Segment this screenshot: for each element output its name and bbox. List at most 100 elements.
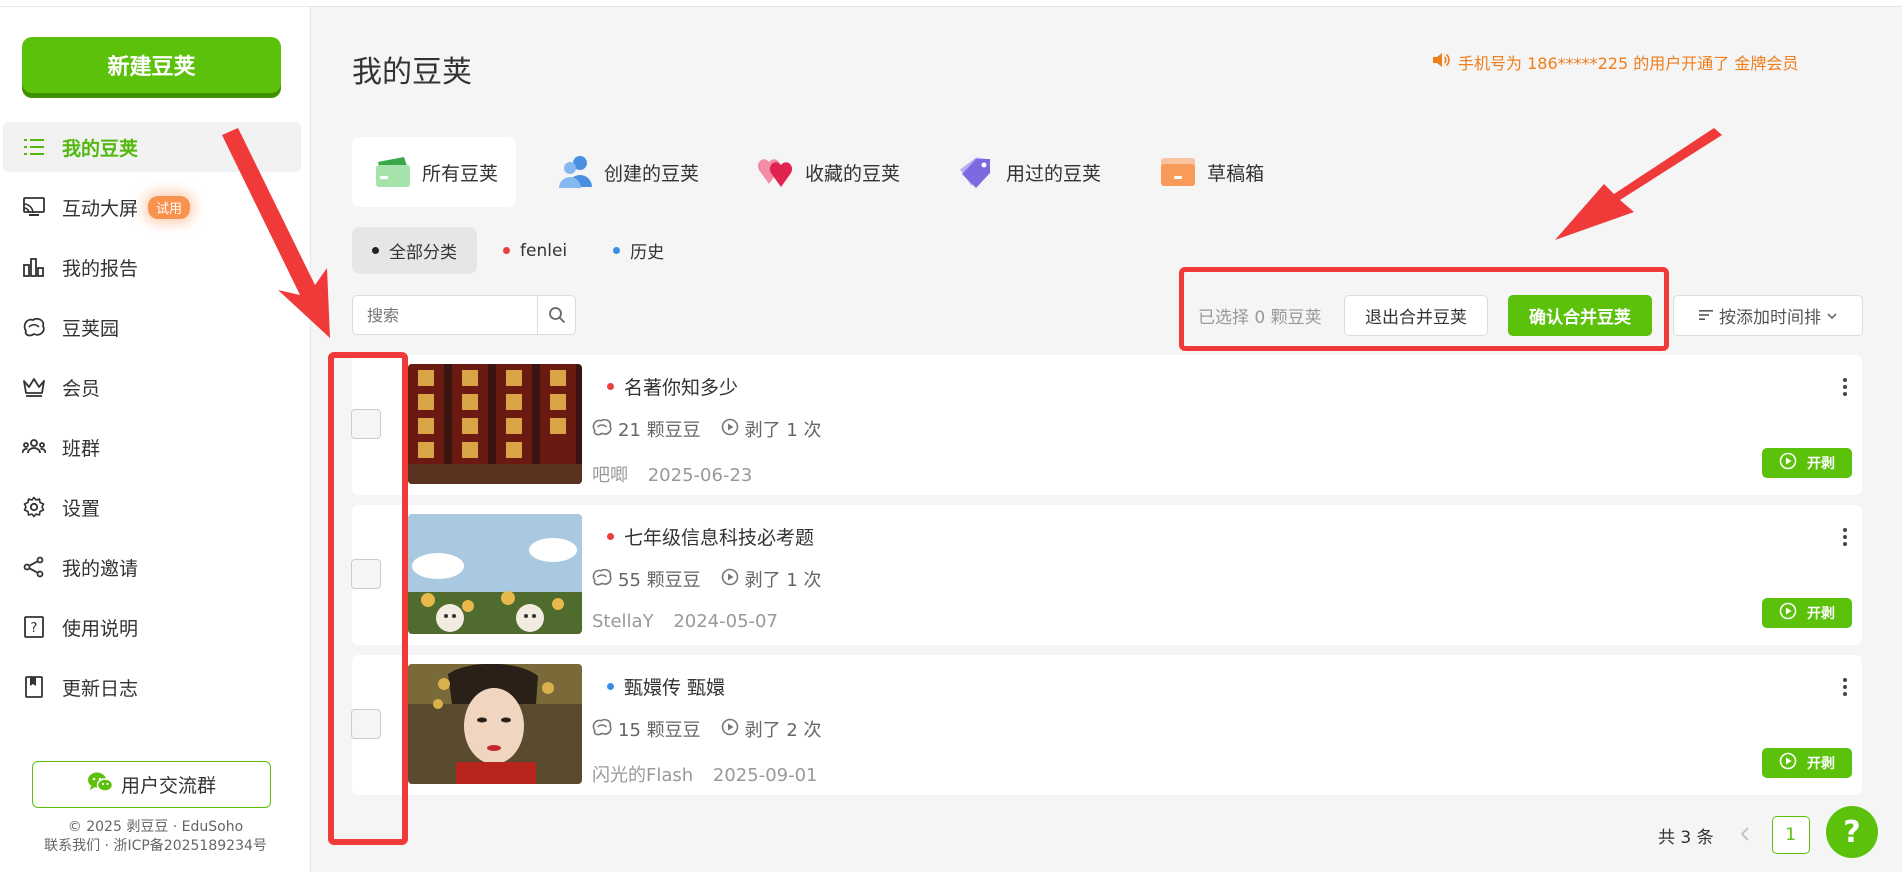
bean-list: 名著你知多少 21 颗豆豆 剥了 1 次 吧唧 2025-06-23 开剥 七年… <box>351 355 1862 805</box>
sidebar-item-label: 班群 <box>62 437 101 460</box>
start-play-button[interactable]: 开剥 <box>1762 598 1852 628</box>
bean-count: 55 颗豆豆 <box>618 570 701 591</box>
tab-label: 用过的豆荚 <box>1006 162 1102 185</box>
sidebar-item-settings[interactable]: 设置 <box>0 477 311 537</box>
sidebar-item-bean-garden[interactable]: 豆荚园 <box>0 297 311 357</box>
bean-author: 吧唧 <box>592 465 628 486</box>
sidebar-item-class-group[interactable]: 班群 <box>0 417 311 477</box>
sidebar-item-label: 使用说明 <box>62 617 139 640</box>
sort-icon <box>1699 306 1713 326</box>
chevron-down-icon <box>1827 309 1837 323</box>
bean-icon <box>592 568 612 591</box>
sidebar-item-label: 会员 <box>62 377 101 400</box>
sidebar-item-membership[interactable]: 会员 <box>0 357 311 417</box>
help-button[interactable]: ? <box>1826 806 1878 858</box>
bean-card[interactable]: 名著你知多少 21 颗豆豆 剥了 1 次 吧唧 2025-06-23 开剥 <box>351 355 1862 495</box>
bean-title[interactable]: 名著你知多少 <box>607 373 738 400</box>
speaker-icon <box>1432 52 1450 73</box>
category-label: 历史 <box>630 243 665 263</box>
bean-thumbnail <box>408 514 582 634</box>
bean-title-text: 名著你知多少 <box>624 377 739 399</box>
more-menu-icon[interactable] <box>1842 527 1848 547</box>
screen-icon <box>22 195 46 219</box>
play-icon <box>1779 452 1797 474</box>
category-dot <box>607 383 614 390</box>
bean-title[interactable]: 七年级信息科技必考题 <box>607 523 814 550</box>
more-menu-icon[interactable] <box>1842 377 1848 397</box>
category-label: 全部分类 <box>389 243 457 263</box>
sidebar-item-label: 更新日志 <box>62 677 139 700</box>
wechat-icon <box>87 771 114 798</box>
tab-used[interactable]: 用过的豆荚 <box>936 137 1119 207</box>
tab-label: 收藏的豆荚 <box>805 162 901 185</box>
category-fenlei[interactable]: fenlei <box>483 227 587 274</box>
bean-icon <box>592 718 612 741</box>
heart-icon <box>757 154 795 190</box>
play-icon <box>1779 602 1797 624</box>
sort-label: 按添加时间排 <box>1719 308 1821 328</box>
bean-card[interactable]: 甄嬛传 甄嬛 15 颗豆豆 剥了 2 次 闪光的Flash 2025-09-01… <box>351 655 1862 795</box>
category-filter: 全部分类 fenlei 历史 <box>352 227 690 274</box>
more-menu-icon[interactable] <box>1842 677 1848 697</box>
play-count: 剥了 1 次 <box>744 420 822 441</box>
bean-footer: 吧唧 2025-06-23 <box>592 461 752 487</box>
tab-created[interactable]: 创建的豆荚 <box>534 137 717 207</box>
start-play-label: 开剥 <box>1807 606 1835 622</box>
notice-text: 手机号为 186*****225 的用户开通了 金牌会员 <box>1458 54 1799 73</box>
category-all[interactable]: 全部分类 <box>352 227 477 274</box>
category-history[interactable]: 历史 <box>593 227 684 274</box>
users-icon <box>556 154 594 190</box>
search-button[interactable] <box>537 296 575 334</box>
sidebar-item-label: 设置 <box>62 497 101 520</box>
checkbox-column-highlight <box>328 352 408 845</box>
start-play-button[interactable]: 开剥 <box>1762 748 1852 778</box>
bean-meta: 55 颗豆豆 剥了 1 次 <box>592 566 822 592</box>
share-icon <box>22 555 46 579</box>
merge-toolbar-highlight <box>1179 267 1669 351</box>
bean-author: 闪光的Flash <box>592 765 694 786</box>
play-count: 剥了 2 次 <box>744 720 822 741</box>
bean-card[interactable]: 七年级信息科技必考题 55 颗豆豆 剥了 1 次 StellaY 2024-05… <box>351 505 1862 645</box>
help-square-icon: ? <box>22 615 46 639</box>
sidebar-item-label: 豆荚园 <box>62 317 120 340</box>
start-play-button[interactable]: 开剥 <box>1762 448 1852 478</box>
tag-icon <box>958 154 996 190</box>
sidebar-item-changelog[interactable]: 更新日志 <box>0 657 311 717</box>
sidebar: 新建豆荚 我的豆荚 互动大屏 试用 我的报告 豆荚园 会员 班群 设置 我的邀请… <box>0 7 311 872</box>
icp-line[interactable]: 联系我们 · 浙ICP备2025189234号 <box>0 837 311 856</box>
user-group-button[interactable]: 用户交流群 <box>32 761 271 808</box>
prev-page-icon[interactable] <box>1740 825 1750 846</box>
search-input[interactable] <box>353 296 537 334</box>
gear-icon <box>22 495 46 519</box>
sidebar-item-big-screen[interactable]: 互动大屏 试用 <box>0 177 311 237</box>
copyright-line: © 2025 剥豆豆 · EduSoho <box>67 819 244 835</box>
page-number[interactable]: 1 <box>1771 816 1810 854</box>
play-circle-icon <box>721 418 739 441</box>
tab-favorites[interactable]: 收藏的豆荚 <box>735 137 918 207</box>
search-box <box>352 295 576 335</box>
user-group-label: 用户交流群 <box>120 775 216 797</box>
trial-badge: 试用 <box>148 195 191 219</box>
new-bean-button[interactable]: 新建豆荚 <box>22 37 281 93</box>
category-dot <box>372 247 379 254</box>
bean-title[interactable]: 甄嬛传 甄嬛 <box>607 673 725 700</box>
sidebar-item-label: 我的豆荚 <box>62 137 139 160</box>
sidebar-item-label: 我的邀请 <box>62 557 139 580</box>
category-label: fenlei <box>520 240 568 261</box>
sort-dropdown[interactable]: 按添加时间排 <box>1673 295 1863 336</box>
category-dot <box>503 247 510 254</box>
tab-drafts[interactable]: 草稿箱 <box>1137 137 1282 207</box>
sidebar-item-invites[interactable]: 我的邀请 <box>0 537 311 597</box>
sidebar-item-label: 我的报告 <box>62 257 139 280</box>
sidebar-item-instructions[interactable]: ? 使用说明 <box>0 597 311 657</box>
bean-title-text: 七年级信息科技必考题 <box>624 527 815 549</box>
draft-box-icon <box>1159 154 1197 190</box>
bean-author: StellaY <box>592 611 654 632</box>
bean-garden-icon <box>22 315 46 339</box>
sidebar-item-reports[interactable]: 我的报告 <box>0 237 311 297</box>
bookmark-icon <box>22 675 46 699</box>
tab-all[interactable]: 所有豆荚 <box>352 137 517 207</box>
search-icon <box>548 307 565 324</box>
total-count: 共 3 条 <box>1658 827 1714 848</box>
sidebar-item-my-beans[interactable]: 我的豆荚 <box>3 122 301 172</box>
